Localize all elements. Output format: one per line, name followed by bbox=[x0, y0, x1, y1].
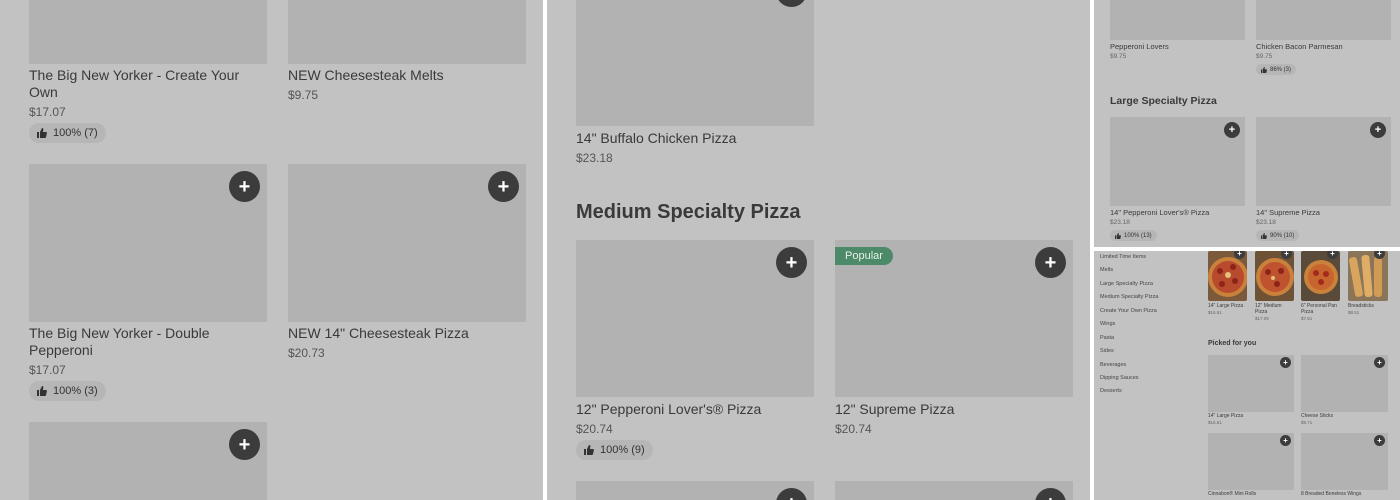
item-price: $23.18 bbox=[576, 151, 613, 165]
nav-item[interactable]: Melts bbox=[1100, 267, 1113, 273]
item-image[interactable] bbox=[1110, 0, 1245, 40]
plus-icon[interactable]: + bbox=[1374, 357, 1385, 368]
item-price: $17.07 bbox=[29, 105, 66, 119]
item-price: $9.75 bbox=[288, 88, 319, 102]
item-name[interactable]: 6" Personal Pan Pizza bbox=[1301, 303, 1340, 315]
item-price: $17.09 bbox=[1255, 316, 1269, 321]
item-image[interactable] bbox=[576, 0, 814, 126]
nav-item[interactable]: Pasta bbox=[1100, 335, 1114, 341]
rating-badge: 100% (13) bbox=[1110, 230, 1157, 241]
item-image[interactable] bbox=[29, 0, 267, 64]
nav-item[interactable]: Medium Specialty Pizza bbox=[1100, 294, 1158, 300]
thumbs-up-icon bbox=[37, 386, 47, 396]
rating-badge: 100% (9) bbox=[576, 440, 653, 460]
plus-icon[interactable]: + bbox=[229, 171, 260, 202]
section-title: Medium Specialty Pizza bbox=[576, 201, 801, 223]
nav-item[interactable]: Sides bbox=[1100, 348, 1114, 354]
menu-panel-3: Pepperoni Lovers $9.75 Chicken Bacon Par… bbox=[1094, 0, 1400, 247]
item-name[interactable]: 12" Pepperoni Lover's® Pizza bbox=[576, 401, 811, 418]
menu-panel-1: The Big New Yorker - Create Your Own $17… bbox=[0, 0, 543, 500]
item-name[interactable]: 12" Supreme Pizza bbox=[835, 401, 1070, 418]
popular-tag: Popular bbox=[835, 247, 893, 265]
rating-text: 100% (3) bbox=[53, 385, 98, 397]
item-price: $20.74 bbox=[835, 422, 872, 436]
rating-text: 100% (9) bbox=[600, 444, 645, 456]
item-name[interactable]: NEW 14" Cheesesteak Pizza bbox=[288, 325, 523, 342]
item-name[interactable]: Chicken Bacon Parmesan bbox=[1256, 42, 1343, 51]
item-price: $8.71 bbox=[1301, 420, 1313, 425]
item-price: $20.73 bbox=[288, 346, 325, 360]
item-name[interactable]: The Big New Yorker - Double Pepperoni bbox=[29, 325, 264, 359]
item-price: $7.51 bbox=[1301, 316, 1313, 321]
item-name[interactable]: The Big New Yorker - Create Your Own bbox=[29, 67, 264, 101]
item-name[interactable]: Pepperoni Lovers bbox=[1110, 42, 1169, 51]
thumbs-up-icon bbox=[1115, 232, 1121, 239]
nav-item[interactable]: Limited Time Items bbox=[1100, 254, 1146, 260]
item-name[interactable]: Cheese Sticks bbox=[1301, 413, 1333, 419]
item-name[interactable]: 14" Large Pizza bbox=[1208, 303, 1247, 309]
nav-item[interactable]: Dipping Sauces bbox=[1100, 375, 1139, 381]
plus-icon[interactable]: + bbox=[776, 247, 807, 278]
plus-icon[interactable]: + bbox=[1280, 357, 1291, 368]
nav-item[interactable]: Create Your Own Pizza bbox=[1100, 308, 1157, 314]
section-title: Large Specialty Pizza bbox=[1110, 95, 1217, 107]
rating-text: 90% (10) bbox=[1270, 232, 1295, 239]
item-name[interactable]: NEW Cheesesteak Melts bbox=[288, 67, 523, 84]
item-name[interactable]: 14" Pepperoni Lover's® Pizza bbox=[1110, 208, 1209, 217]
item-price: $23.18 bbox=[1256, 219, 1276, 226]
thumbs-up-icon bbox=[584, 445, 594, 455]
item-price: $8.51 bbox=[1348, 310, 1360, 315]
plus-icon[interactable]: + bbox=[1280, 435, 1291, 446]
menu-panel-4: Limited Time Items Melts Large Specialty… bbox=[1094, 251, 1400, 500]
rating-badge: 100% (7) bbox=[29, 123, 106, 143]
thumbs-up-icon bbox=[1261, 232, 1267, 239]
nav-item[interactable]: Desserts bbox=[1100, 388, 1122, 394]
item-name[interactable]: 8 Breaded Boneless Wings bbox=[1301, 491, 1361, 497]
plus-icon[interactable]: + bbox=[1370, 122, 1386, 138]
rating-badge: 90% (10) bbox=[1256, 230, 1300, 241]
item-image[interactable] bbox=[29, 422, 267, 500]
thumbs-up-icon bbox=[1261, 66, 1267, 73]
item-image[interactable] bbox=[1256, 0, 1391, 40]
thumbs-up-icon bbox=[37, 128, 47, 138]
item-price: $17.07 bbox=[29, 363, 66, 377]
item-name[interactable]: 14" Buffalo Chicken Pizza bbox=[576, 130, 811, 147]
item-name[interactable]: 14" Supreme Pizza bbox=[1256, 208, 1320, 217]
plus-icon[interactable]: + bbox=[229, 429, 260, 460]
item-price: $16.51 bbox=[1208, 420, 1222, 425]
menu-panel-2: + 14" Buffalo Chicken Pizza $23.18 Mediu… bbox=[547, 0, 1090, 500]
item-price: $9.75 bbox=[1110, 53, 1127, 60]
rating-text: 100% (13) bbox=[1124, 232, 1152, 239]
nav-item[interactable]: Beverages bbox=[1100, 362, 1126, 368]
rating-text: 86% (3) bbox=[1270, 66, 1292, 73]
item-image[interactable] bbox=[288, 0, 526, 64]
item-price: $9.75 bbox=[1256, 53, 1273, 60]
rating-text: 100% (7) bbox=[53, 127, 98, 139]
plus-icon[interactable]: + bbox=[488, 171, 519, 202]
plus-icon[interactable]: + bbox=[1374, 435, 1385, 446]
nav-item[interactable]: Large Specialty Pizza bbox=[1100, 281, 1153, 287]
plus-icon[interactable]: + bbox=[1035, 247, 1066, 278]
item-price: $20.74 bbox=[576, 422, 613, 436]
item-name[interactable]: 14" Large Pizza bbox=[1208, 413, 1243, 419]
item-name[interactable]: Breadsticks bbox=[1348, 303, 1388, 309]
nav-item[interactable]: Wings bbox=[1100, 321, 1115, 327]
item-price: $16.51 bbox=[1208, 310, 1222, 315]
item-name[interactable]: 12" Medium Pizza bbox=[1255, 303, 1294, 315]
section-title: Picked for you bbox=[1208, 340, 1257, 347]
rating-badge: 86% (3) bbox=[1256, 64, 1297, 75]
item-price: $23.18 bbox=[1110, 219, 1130, 226]
rating-badge: 100% (3) bbox=[29, 381, 106, 401]
breadsticks-image[interactable] bbox=[1348, 251, 1388, 301]
item-name[interactable]: Cinnabon® Mini Rolls bbox=[1208, 491, 1256, 497]
plus-icon[interactable]: + bbox=[1224, 122, 1240, 138]
